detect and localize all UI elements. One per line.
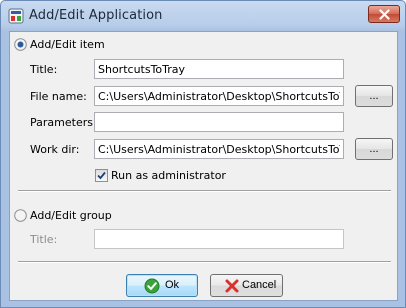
item-radio-label[interactable]: Add/Edit item xyxy=(30,38,105,51)
file-browse-button[interactable]: ... xyxy=(355,85,393,107)
group-title-label: Title: xyxy=(30,233,58,246)
title-input[interactable] xyxy=(94,59,344,79)
close-icon xyxy=(379,9,390,20)
dialog-content: Add/Edit item Title: File name: ... Para… xyxy=(9,31,398,301)
run-as-admin-checkbox[interactable] xyxy=(95,169,108,182)
dialog-window: Add/Edit Application Add/Edit item Title… xyxy=(0,0,406,308)
group-radio-label[interactable]: Add/Edit group xyxy=(30,209,112,222)
parameters-label: Parameters: xyxy=(30,116,97,129)
item-radio-button[interactable] xyxy=(14,38,27,51)
radio-unselected-icon xyxy=(14,209,27,222)
cancel-button[interactable]: Cancel xyxy=(210,274,283,297)
app-icon xyxy=(8,8,24,24)
ok-button[interactable]: Ok xyxy=(126,274,198,297)
window-title: Add/Edit Application xyxy=(29,8,163,23)
section-divider xyxy=(18,190,391,192)
radio-selected-icon xyxy=(17,41,24,48)
buttons-divider xyxy=(18,261,391,263)
ok-button-label: Ok xyxy=(165,279,180,291)
file-name-input[interactable] xyxy=(94,86,344,106)
cancel-x-icon xyxy=(225,279,239,293)
file-name-label: File name: xyxy=(30,90,87,103)
title-bar[interactable]: Add/Edit Application xyxy=(1,1,405,31)
group-title-input[interactable] xyxy=(94,229,344,249)
cancel-button-label: Cancel xyxy=(242,279,277,291)
close-button[interactable] xyxy=(368,5,400,23)
work-dir-label: Work dir: xyxy=(30,143,80,156)
work-dir-input[interactable] xyxy=(94,139,344,159)
work-dir-browse-button[interactable]: ... xyxy=(355,138,393,160)
title-label: Title: xyxy=(30,63,58,76)
parameters-input[interactable] xyxy=(94,112,344,132)
run-as-admin-label[interactable]: Run as administrator xyxy=(111,169,226,182)
checkmark-icon xyxy=(97,171,106,180)
ok-check-icon xyxy=(144,278,160,294)
group-radio-button[interactable] xyxy=(14,209,27,222)
